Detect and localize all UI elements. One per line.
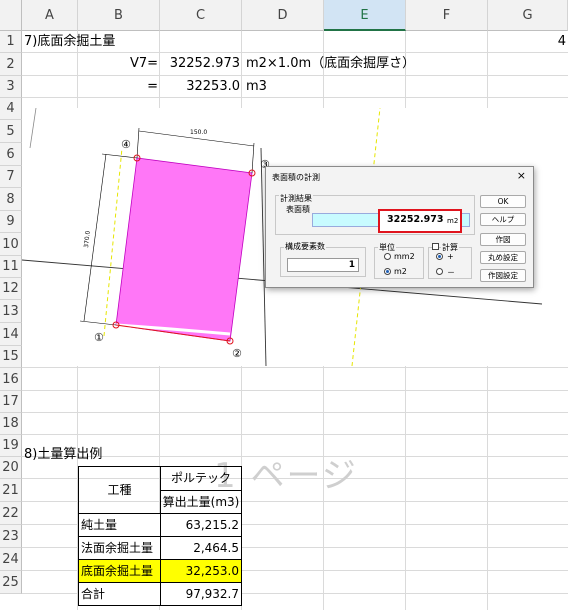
cell-g1[interactable]: 4 [490,31,566,53]
table-row-value[interactable]: 63,215.2 [160,513,242,537]
help-button[interactable]: ヘルプ [480,213,526,226]
cell-c2[interactable]: 32252.973 [162,53,240,75]
calc-plus-label: + [447,252,454,261]
row-header-2[interactable]: 2 [0,53,22,76]
result-group-label: 計測結果 [279,193,313,204]
row-header-6[interactable]: 6 [0,143,22,166]
surface-area-label: 表面積 [286,205,310,214]
row-header-4[interactable]: 4 [0,98,22,120]
unit-mm2-label: mm2 [394,252,415,261]
unit-m2-label: m2 [394,267,407,276]
dialog-title: 表面積の計測 [272,173,320,182]
column-header-a[interactable]: A [22,0,78,31]
column-header-g[interactable]: G [488,0,568,31]
column-header-f[interactable]: F [406,0,488,31]
calc-plus-radio[interactable] [436,253,443,260]
row-header-25[interactable]: 25 [0,571,22,594]
table-row-value[interactable]: 97,932.7 [160,582,242,606]
row-header-3[interactable]: 3 [0,76,22,98]
row-header-11[interactable]: 11 [0,256,22,278]
row-header-20[interactable]: 20 [0,457,22,479]
row-header-8[interactable]: 8 [0,188,22,211]
row-header-22[interactable]: 22 [0,502,22,525]
calc-minus-label: － [447,268,455,277]
row-header-12[interactable]: 12 [0,278,22,300]
table-row-name[interactable]: 底面余掘土量 [78,559,161,583]
row-header-14[interactable]: 14 [0,323,22,346]
dim-top-label: 150.0 [190,129,207,136]
spreadsheet: A B C D E F G 1 2 3 4 5 6 7 8 9 10 11 12 13 14 15 16 17 1… [0,0,568,610]
cell-a1[interactable]: 7)底面余掘土量 [24,31,115,53]
count-field[interactable]: 1 [287,258,359,272]
column-header-b[interactable]: B [78,0,160,31]
row-header-18[interactable]: 18 [0,413,22,435]
surface-area-unit: m2 [447,217,459,225]
select-all-corner[interactable] [0,0,22,31]
table-row-name[interactable]: 合計 [78,582,161,606]
row-header-9[interactable]: 9 [0,211,22,233]
cell-a19[interactable]: 8)土量算出例 [24,444,102,466]
row-header-19[interactable]: 19 [0,435,22,457]
row-header-17[interactable]: 17 [0,391,22,413]
unit-mm2-radio[interactable] [384,253,391,260]
row-header-24[interactable]: 24 [0,548,22,571]
cell-c3[interactable]: 32253.0 [162,76,240,98]
round-settings-button[interactable]: 丸め設定 [480,251,526,264]
point-4-label: ④ [121,138,131,151]
cell-d2[interactable]: m2×1.0m（底面余掘厚さ） [246,53,415,75]
surface-area-dialog[interactable]: 表面積の計測 × 計測結果 表面積 32252.973 m2 構成要素数 1 単… [265,166,534,288]
row-header-13[interactable]: 13 [0,300,22,323]
column-header-d[interactable]: D [242,0,324,31]
table-row-value[interactable]: 2,464.5 [160,536,242,560]
table-header-volume[interactable]: 算出土量(m3) [160,490,242,514]
column-header-e[interactable]: E [324,0,406,31]
calc-minus-radio[interactable] [436,268,443,275]
draw-settings-button[interactable]: 作図設定 [480,269,526,282]
cell-d3[interactable]: m3 [246,76,267,98]
table-header-type[interactable]: 工種 [78,466,161,514]
table-row-value[interactable]: 32,253.0 [160,559,242,583]
point-1-label: ① [94,331,104,344]
row-header-21[interactable]: 21 [0,479,22,502]
draw-button[interactable]: 作図 [480,233,526,246]
row-header-1[interactable]: 1 [0,31,22,53]
dim-left-label: 370.0 [83,230,92,248]
point-2-label: ② [232,347,242,360]
row-header-23[interactable]: 23 [0,525,22,548]
row-header-15[interactable]: 15 [0,346,22,368]
row-header-5[interactable]: 5 [0,120,22,143]
calc-checkbox[interactable] [432,243,439,250]
cell-b2[interactable]: V7= [80,53,158,75]
ok-button[interactable]: OK [480,195,526,208]
column-header-c[interactable]: C [160,0,242,31]
table-header-portec[interactable]: ポルテック [160,466,242,491]
row-header-16[interactable]: 16 [0,368,22,391]
row-header-7[interactable]: 7 [0,166,22,188]
unit-m2-radio[interactable] [384,268,391,275]
cell-b3[interactable]: = [80,76,158,98]
count-group-label: 構成要素数 [284,241,326,252]
surface-area-value: 32252.973 [387,214,444,225]
row-header-10[interactable]: 10 [0,233,22,256]
table-row-name[interactable]: 法面余掘土量 [78,536,161,560]
table-row-name[interactable]: 純土量 [78,513,161,537]
close-icon[interactable]: × [517,169,526,182]
